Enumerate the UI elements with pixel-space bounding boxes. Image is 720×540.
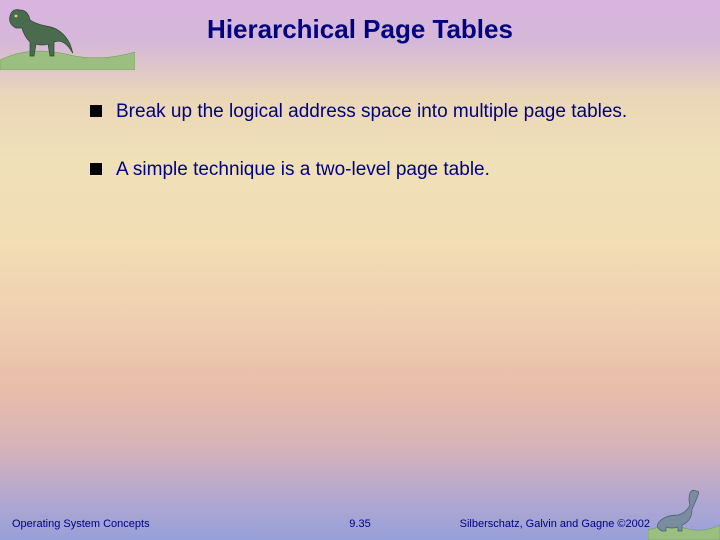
slide-title: Hierarchical Page Tables (0, 14, 720, 45)
slide-footer: Operating System Concepts 9.35 Silbersch… (0, 510, 720, 530)
bullet-item: A simple technique is a two-level page t… (90, 158, 660, 182)
footer-copyright: Silberschatz, Galvin and Gagne ©2002 (460, 518, 650, 530)
slide-content: Break up the logical address space into … (90, 100, 660, 216)
bullet-item: Break up the logical address space into … (90, 100, 660, 124)
slide: Hierarchical Page Tables Break up the lo… (0, 0, 720, 540)
